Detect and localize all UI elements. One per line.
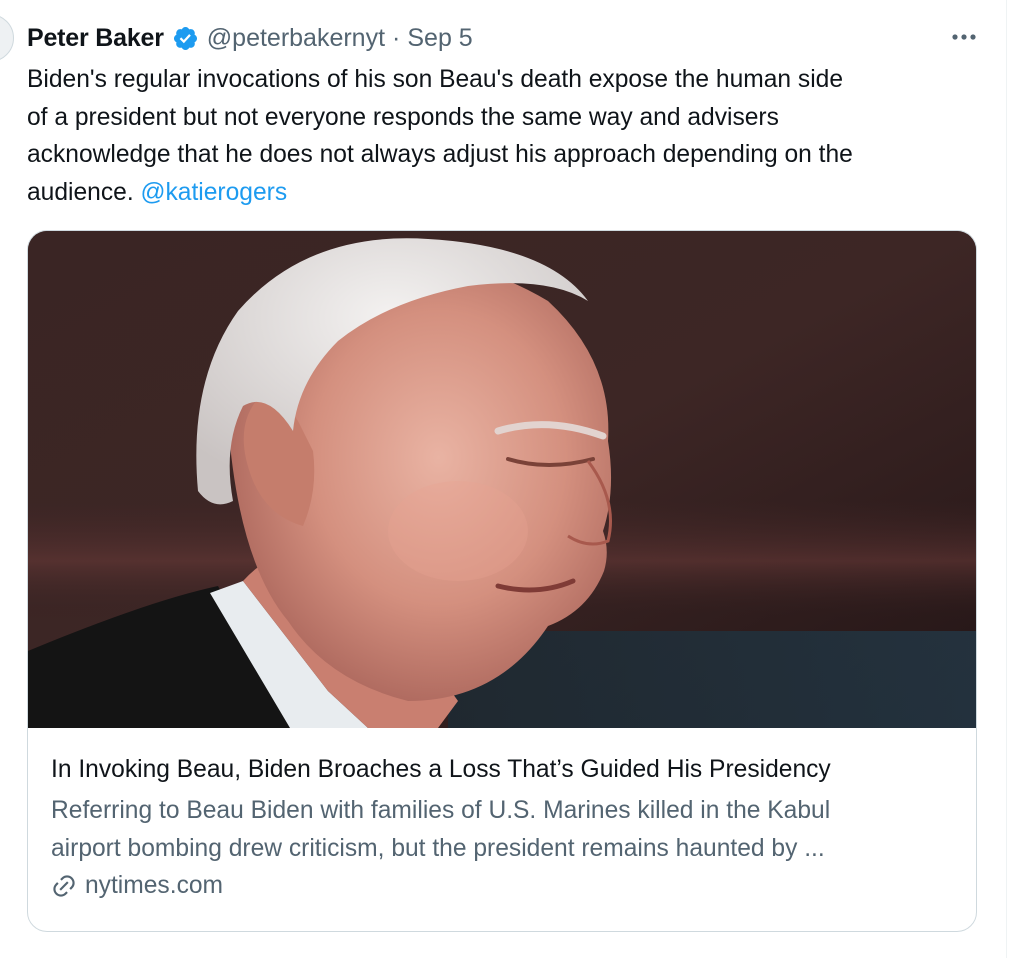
author-handle[interactable]: @peterbakernyt [207, 24, 385, 53]
card-domain[interactable]: nytimes.com [51, 872, 976, 900]
avatar[interactable] [0, 14, 14, 62]
article-photo[interactable] [28, 231, 976, 728]
tweet-text-last: audience. [27, 178, 134, 206]
card-domain-text: nytimes.com [85, 872, 224, 899]
tweet-text-line: acknowledge that he does not always adju… [27, 141, 853, 168]
card-description-line: airport bombing drew criticism, but the … [51, 835, 825, 862]
link-icon [51, 873, 77, 899]
verified-badge-icon [172, 25, 199, 52]
more-options-icon[interactable] [947, 26, 981, 48]
tweet[interactable]: Peter Baker @peterbakernyt · Sep 5 Biden… [27, 0, 977, 932]
card-description: Referring to Beau Biden with families of… [51, 792, 976, 868]
tweet-text: Biden's regular invocations of his son B… [27, 61, 987, 211]
card-body: In Invoking Beau, Biden Broaches a Loss … [28, 728, 976, 900]
tweet-text-line: of a president but not everyone responds… [27, 103, 779, 131]
author-name[interactable]: Peter Baker [27, 24, 164, 53]
tweet-page: Peter Baker @peterbakernyt · Sep 5 Biden… [0, 0, 1021, 958]
card-description-line: Referring to Beau Biden with families of… [51, 797, 831, 824]
tweet-header: Peter Baker @peterbakernyt · Sep 5 [27, 0, 977, 74]
link-preview-card[interactable]: In Invoking Beau, Biden Broaches a Loss … [27, 230, 977, 932]
separator-dot: · [392, 23, 401, 52]
tweet-date[interactable]: Sep 5 [407, 24, 472, 53]
card-title[interactable]: In Invoking Beau, Biden Broaches a Loss … [51, 754, 976, 786]
mention-link[interactable]: @katierogers [141, 179, 288, 206]
tweet-text-line: audience. @katierogers [27, 174, 987, 212]
timeline-border [1006, 0, 1007, 958]
